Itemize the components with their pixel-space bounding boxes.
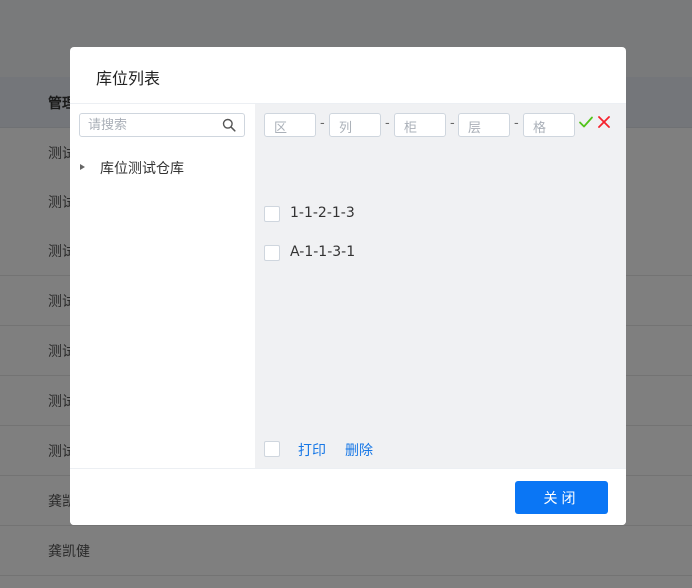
zone-input[interactable]: 区 <box>264 113 316 137</box>
column-input[interactable]: 列 <box>329 113 381 137</box>
modal-title: 库位列表 <box>96 69 161 88</box>
location-checkbox[interactable] <box>264 206 280 222</box>
close-icon[interactable] <box>597 115 611 129</box>
coordinate-separator: - <box>320 116 325 131</box>
tree-node-label: 库位测试仓库 <box>100 161 184 177</box>
cell-input[interactable]: 格 <box>523 113 575 137</box>
warehouse-tree-pane: 库位测试仓库 <box>70 104 255 468</box>
caret-right-icon[interactable] <box>80 164 85 170</box>
search-input[interactable] <box>80 114 226 136</box>
search-box <box>79 113 245 137</box>
location-label: A-1-1-3-1 <box>290 244 356 260</box>
modal-footer: 关闭 <box>70 468 626 525</box>
coordinate-separator: - <box>514 116 519 131</box>
location-pane: 区 - 列 - 柜 - 层 - 格 1-1-2-1-3 A-1-1-3-1 打印… <box>255 104 626 468</box>
close-button[interactable]: 关闭 <box>515 481 608 514</box>
location-list-modal: 库位列表 库位测试仓库 区 - 列 - 柜 - 层 - 格 <box>70 47 626 525</box>
location-label: 1-1-2-1-3 <box>290 205 355 221</box>
check-icon[interactable] <box>578 114 594 130</box>
select-all-checkbox[interactable] <box>264 441 280 457</box>
search-icon[interactable] <box>222 118 236 132</box>
layer-input[interactable]: 层 <box>458 113 510 137</box>
location-checkbox[interactable] <box>264 245 280 261</box>
print-link[interactable]: 打印 <box>298 440 326 460</box>
tree-node-warehouse[interactable]: 库位测试仓库 <box>80 158 245 180</box>
cabinet-input[interactable]: 柜 <box>394 113 446 137</box>
coordinate-separator: - <box>450 116 455 131</box>
modal-header: 库位列表 <box>70 47 626 104</box>
coordinate-separator: - <box>385 116 390 131</box>
delete-link[interactable]: 删除 <box>345 440 373 460</box>
